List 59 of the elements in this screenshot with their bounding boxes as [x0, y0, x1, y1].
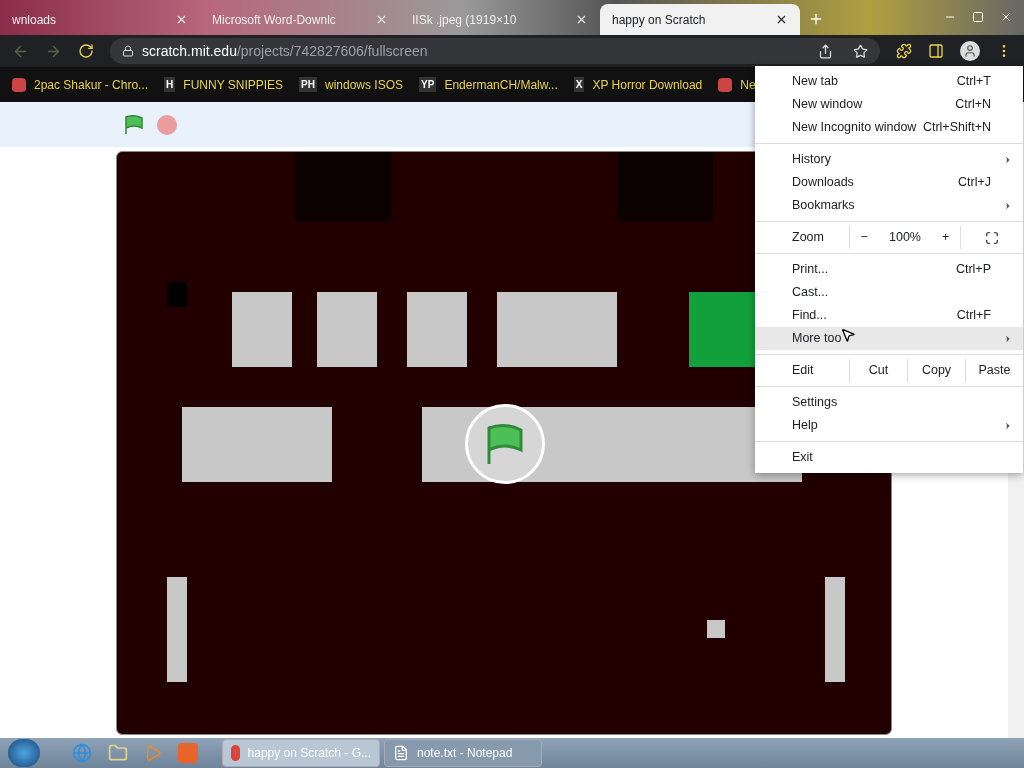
bookmark[interactable]: Ne	[718, 75, 756, 94]
menu-item[interactable]: Print... Ctrl+P	[755, 258, 1023, 281]
tab-title: wnloads	[12, 11, 58, 29]
edit-action[interactable]: Copy	[907, 359, 965, 382]
mouse-cursor-icon	[840, 327, 856, 343]
bookmark[interactable]: H FUNNY SNIPPIES	[164, 75, 284, 94]
site-icon	[718, 77, 733, 92]
url-text: scratch.mit.edu/projects/742827606/fullscreen	[142, 41, 428, 61]
menu-item[interactable]: New tab Ctrl+T	[755, 70, 1023, 93]
bookmark[interactable]: YP EndermanCH/Malw...	[419, 75, 558, 94]
shortcut-text: Ctrl+T	[956, 73, 992, 91]
side-panel-icon[interactable]	[928, 43, 944, 59]
menu-item[interactable]: Bookmarks	[755, 194, 1023, 217]
menu-item[interactable]: Cast...	[755, 281, 1023, 304]
reload-icon[interactable]	[78, 43, 94, 59]
edit-action[interactable]: Paste	[965, 359, 1023, 382]
edit-label: Edit	[791, 362, 815, 380]
start-button[interactable]	[8, 739, 40, 767]
menu-item[interactable]: More too	[755, 327, 1023, 350]
new-tab-icon[interactable]	[808, 11, 824, 27]
shortcut-text: Ctrl+F	[956, 307, 992, 325]
zoom-out-button[interactable]: −	[860, 228, 868, 247]
shortcut-text: Ctrl+P	[955, 261, 992, 279]
menu-item[interactable]: History	[755, 148, 1023, 171]
close-icon[interactable]	[775, 13, 788, 26]
bookmark[interactable]: PH windows ISOS	[299, 75, 404, 94]
shortcut-text: Ctrl+N	[955, 96, 992, 114]
bookmark[interactable]: 2pac Shakur - Chro...	[12, 75, 149, 94]
notepad-icon	[393, 745, 409, 761]
menu-item[interactable]: New Incognito window Ctrl+Shift+N	[755, 116, 1023, 139]
tab-title: Microsoft Word-Downlc	[212, 11, 337, 29]
maximize-icon[interactable]	[972, 11, 984, 23]
shortcut-text: Ctrl+Shift+N	[922, 119, 992, 137]
star-icon[interactable]	[853, 43, 868, 59]
lock-icon	[122, 45, 134, 57]
extensions-icon[interactable]	[896, 43, 912, 59]
profile-icon[interactable]	[960, 41, 980, 61]
shortcut-text: Ctrl+J	[958, 174, 992, 192]
fullscreen-icon[interactable]	[985, 230, 999, 245]
browser-tab[interactable]: wnloads	[0, 4, 200, 35]
menu-item[interactable]: Exit	[755, 446, 1023, 469]
menu-item[interactable]: Find... Ctrl+F	[755, 304, 1023, 327]
bookmark[interactable]: X XP Horror Download	[573, 75, 703, 94]
menu-item[interactable]: Downloads Ctrl+J	[755, 171, 1023, 194]
zoom-label: Zoom	[791, 229, 825, 247]
zoom-in-button[interactable]: +	[942, 228, 950, 247]
folder-icon[interactable]	[108, 743, 128, 763]
menu-item[interactable]: Settings	[755, 391, 1023, 414]
tab-title: IISk .jpeg (1919×10	[412, 11, 518, 29]
menu-item[interactable]: Help	[755, 414, 1023, 437]
zoom-value: 100%	[889, 229, 921, 247]
tab-title: happy on Scratch	[612, 11, 707, 29]
address-bar[interactable]: scratch.mit.edu/projects/742827606/fullscreen	[110, 38, 880, 64]
menu-item[interactable]: New window Ctrl+N	[755, 93, 1023, 116]
browser-tab[interactable]: happy on Scratch	[600, 4, 800, 35]
share-icon[interactable]	[818, 43, 833, 59]
flag-icon[interactable]	[123, 114, 145, 135]
edit-action[interactable]: Cut	[849, 359, 907, 382]
site-icon	[12, 77, 26, 92]
